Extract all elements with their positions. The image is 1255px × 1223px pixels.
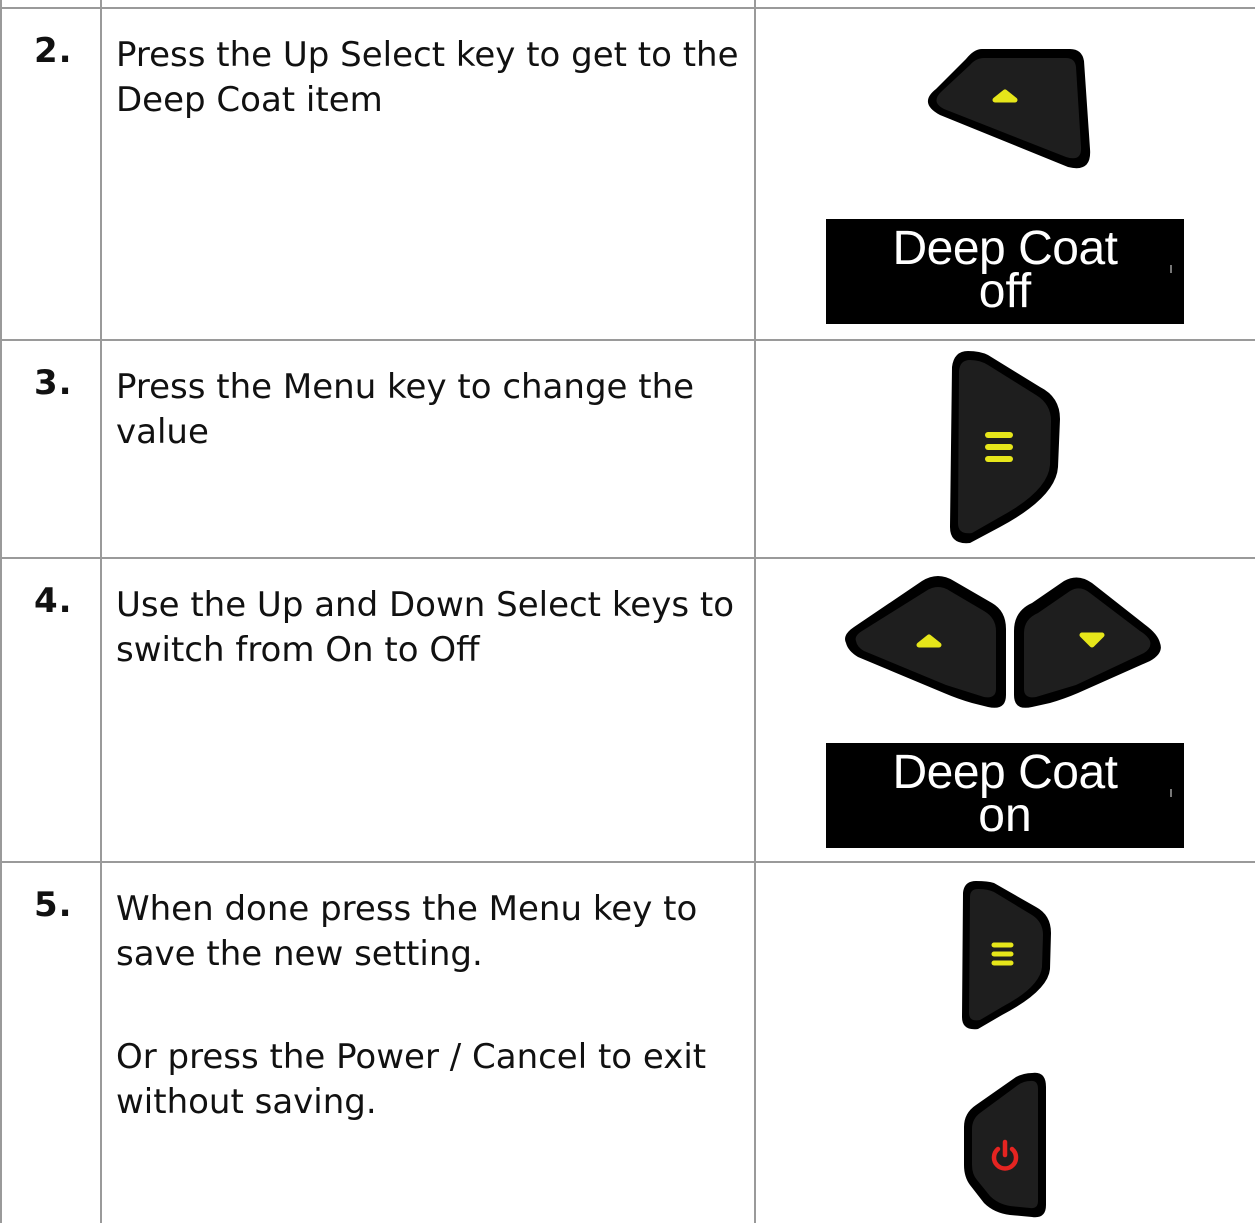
table-row: 2. Press the Up Select key to get to the… — [0, 7, 1255, 339]
step-instruction: Press the Up Select key to get to the De… — [116, 35, 739, 120]
display-scroll-mark — [1170, 265, 1172, 273]
menu-key — [944, 347, 1064, 547]
step-number: 4. — [34, 581, 73, 621]
table-row: 4. Use the Up and Down Select keys to sw… — [0, 557, 1255, 861]
step-instruction: When done press the Menu key to save the… — [116, 889, 698, 974]
menu-key — [958, 877, 1054, 1033]
power-cancel-key — [960, 1069, 1050, 1221]
step-alternative-instruction: Or press the Power / Cancel to exit with… — [116, 1037, 707, 1122]
down-select-key — [1012, 573, 1166, 713]
step-number: 3. — [34, 363, 73, 403]
step-instruction: Use the Up and Down Select keys to switc… — [116, 585, 734, 670]
step-number: 2. — [34, 31, 73, 71]
lcd-display: Deep Coat on — [826, 743, 1184, 848]
display-line-2: on — [978, 789, 1032, 842]
table-row: 5. When done press the Menu key to save … — [0, 861, 1255, 1223]
up-select-key — [918, 45, 1094, 179]
up-select-key — [842, 573, 1008, 713]
display-line-1: Deep Coat — [892, 222, 1118, 275]
display-line-1: Deep Coat — [892, 746, 1118, 799]
lcd-display: Deep Coat off — [826, 219, 1184, 324]
step-number: 5. — [34, 885, 73, 925]
display-line-2: off — [978, 265, 1032, 318]
table-row: 3. Press the Menu key to change the valu… — [0, 339, 1255, 557]
display-scroll-mark — [1170, 789, 1172, 797]
step-instruction: Press the Menu key to change the value — [116, 367, 695, 452]
